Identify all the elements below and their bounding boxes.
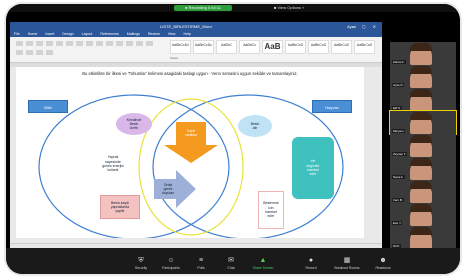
left-top-oval: Kendinde Besin Uretir [116,113,152,135]
participant-name: Zeynep T. [392,152,408,156]
participant-name: Zehra K. [392,60,406,64]
right-bottom-box: Beslenme icin hareket eder [258,191,284,229]
participant-tile-active[interactable]: Meryem [389,110,457,135]
polls-label: Polls [197,266,205,270]
center-right-arrow-text: Ortak gerek duyulan [161,182,175,196]
chat-label: Chat [227,266,235,270]
polls-icon: ≡ [198,257,204,264]
window-controls[interactable]: – ▢ ✕ [352,22,379,31]
top-bar: ● Recording 0:54:11 ■ View Options ˅ [6,4,460,12]
chat-button[interactable]: ✉ Chat [216,257,246,270]
participant-name: Sena A. [392,175,405,179]
breakout-rooms-button[interactable]: ▦ Breakout Rooms [332,257,362,270]
right-top-oval: Besin alir [238,115,272,137]
style-title[interactable]: AaB [262,40,283,54]
record-icon: ● [308,257,314,264]
meeting-window: ● Recording 0:54:11 ■ View Options ˅ LIS… [6,4,460,274]
participant-tile[interactable]: Zehra K. [390,42,456,65]
right-title-box: Hayvan [312,100,352,113]
word-window: LISTE_BIRLESTIRME_Word Ayse – ▢ ✕ File H… [10,22,382,250]
meeting-controls-bar: ⛨ Security ☺ Participants ≡ Polls ✉ Chat ▲ Sh… [6,248,460,274]
participant-tile[interactable]: Irem B. [390,180,456,203]
reactions-label: Reactions [375,266,391,270]
record-button[interactable]: ● Record [296,257,326,270]
participant-tile[interactable]: Ece Y. [390,203,456,226]
reactions-button[interactable]: ☻ Reactions [368,257,398,270]
share-screen-label: Share Screen [252,266,274,270]
style-normal[interactable]: AaBbCcDc [170,40,191,54]
font-tools[interactable] [16,41,161,55]
view-options-button[interactable]: ■ View Options ˅ [274,5,304,11]
participants-icon: ☺ [167,257,175,264]
word-title-bar: LISTE_BIRLESTIRME_Word Ayse – ▢ ✕ [10,22,382,31]
chat-icon: ✉ [228,257,234,264]
recording-indicator[interactable]: ● Recording 0:54:11 [174,5,232,11]
style-heading-2[interactable]: AaBbCc [239,40,260,54]
participant-name: Meryem [392,129,405,133]
participant-tile[interactable]: Elif S. [390,88,456,111]
style-no-spacing[interactable]: AaBbCcDc [193,40,214,54]
shield-icon: ⛨ [138,257,144,264]
participant-name: Ayse D. [392,83,405,87]
style-heading-1[interactable]: AaBbC [216,40,237,54]
style-quote[interactable]: AaBbCcD [354,40,375,54]
share-screen-icon: ▲ [259,257,267,264]
styles-gallery: AaBbCcDc AaBbCcDc AaBbC AaBbCc AaB AaBbC… [170,40,375,54]
style-subtitle[interactable]: AaBbCcD [285,40,306,54]
participants-label: Participants [162,266,180,270]
participant-tile[interactable]: Sena A. [390,157,456,180]
breakout-rooms-icon: ▦ [343,257,351,264]
participant-name: Ece Y. [392,221,403,225]
share-screen-button[interactable]: ▲ Share Screen [248,257,278,270]
participant-tile[interactable]: Ayse D. [390,65,456,88]
styles-label: Styles [170,56,179,60]
word-title: LISTE_BIRLESTIRME_Word [160,24,212,29]
participant-gallery: Zehra K. Ayse D. Elif S. Meryem Zeynep T… [389,42,457,249]
left-mid-text: Yaprak sayesinde gunes enerjisi kullanir [90,151,136,177]
left-title-box: Bitki [28,100,68,113]
ribbon: AaBbCcDc AaBbCcDc AaBbC AaBbCc AaB AaBbC… [10,37,382,63]
center-circle [138,98,244,236]
document-page: Bu etkinlikte bir ilkesi ve 'Tohumlar' k… [16,67,364,238]
polls-button[interactable]: ≡ Polls [186,257,216,270]
center-arrow-text: Canli varliklar [184,128,198,137]
record-label: Record [305,266,317,270]
participant-name: Irem B. [392,198,404,202]
security-label: Security [134,266,148,270]
right-mid-box: Yer degistirir hareket eder [292,137,334,199]
breakout-rooms-label: Breakout Rooms [334,266,360,270]
security-button[interactable]: ⛨ Security [126,257,156,270]
reactions-icon: ☻ [379,257,387,264]
style-strong[interactable]: AaBbCcD [331,40,352,54]
left-bottom-box: Besin kaydi yapraklarda yapilir [100,195,140,219]
participant-tile[interactable]: Nil K. [390,226,456,249]
participant-tile[interactable]: Zeynep T. [390,134,456,157]
participants-button[interactable]: ☺ Participants [156,257,186,270]
participant-name: Elif S. [392,106,402,110]
style-emphasis[interactable]: AaBbCcD [308,40,329,54]
